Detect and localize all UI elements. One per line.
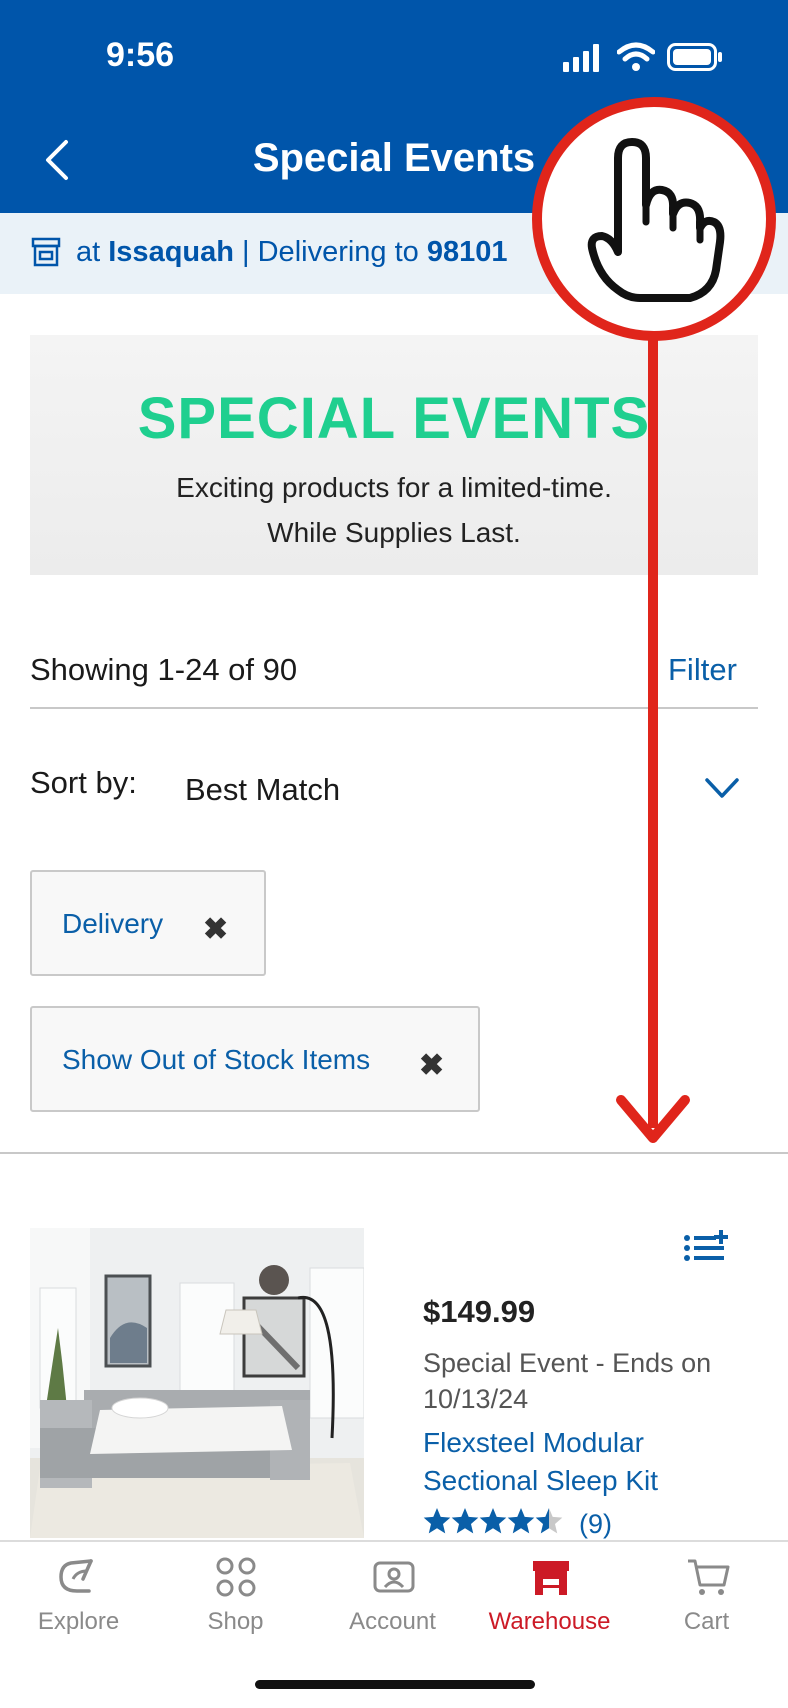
rating-star-icon [479, 1508, 507, 1534]
rating-star-icon [535, 1508, 563, 1534]
arrow-head [616, 1095, 690, 1143]
product-name-link[interactable]: Flexsteel Modular Sectional Sleep Kit [423, 1424, 753, 1500]
nav-label-cart[interactable]: Cart [628, 1608, 785, 1636]
signal-icon [563, 44, 599, 72]
divider [0, 1152, 788, 1154]
store-icon [31, 237, 61, 267]
results-count: Showing 1-24 of 90 [30, 652, 298, 687]
close-icon[interactable]: ✖ [419, 1048, 444, 1083]
shop-grid-icon[interactable] [214, 1555, 258, 1599]
zip-code: 98101 [426, 236, 508, 268]
rating-star-icon [451, 1508, 479, 1534]
location-text[interactable]: at Issaquah | Delivering to 98101 [76, 236, 508, 269]
event-end-note: Special Event - Ends on 10/13/24 [423, 1348, 712, 1414]
chevron-down-icon[interactable] [704, 776, 740, 800]
chip-label: Show Out of Stock Items [62, 1044, 371, 1075]
star-rating [423, 1508, 563, 1534]
home-indicator [255, 1680, 535, 1689]
rating-star-icon [423, 1508, 451, 1534]
product-image[interactable] [30, 1228, 364, 1538]
banner-subtitle-line2: While Supplies Last. [267, 517, 521, 548]
rating-count[interactable]: (9) [579, 1509, 612, 1540]
warehouse-icon[interactable] [529, 1555, 573, 1599]
nav-label-explore[interactable]: Explore [0, 1608, 157, 1636]
chip-label: Delivery [62, 908, 164, 939]
wifi-icon [617, 42, 655, 71]
banner-title: SPECIAL EVENTS [137, 386, 651, 451]
add-to-list-icon[interactable] [683, 1230, 729, 1264]
status-time: 9:56 [106, 36, 175, 74]
page-title: Special Events [252, 136, 536, 180]
store-name: Issaquah [108, 236, 234, 268]
rating-star-icon [507, 1508, 535, 1534]
banner-subtitle-line1: Exciting products for a limited-time. [176, 472, 612, 503]
nav-label-account[interactable]: Account [314, 1608, 471, 1636]
cart-icon[interactable] [686, 1555, 730, 1599]
account-icon[interactable] [372, 1555, 416, 1599]
sort-label: Sort by: [30, 765, 137, 800]
battery-icon [667, 43, 722, 71]
close-icon[interactable]: ✖ [203, 912, 228, 947]
nav-label-shop[interactable]: Shop [157, 1608, 314, 1636]
sort-select[interactable]: Best Match [185, 772, 340, 808]
filter-button[interactable]: Filter [668, 652, 737, 688]
app-header [0, 0, 788, 213]
divider [30, 707, 758, 709]
product-price: $149.99 [423, 1294, 536, 1329]
explore-icon[interactable] [57, 1555, 101, 1599]
nav-label-warehouse[interactable]: Warehouse [471, 1608, 628, 1636]
